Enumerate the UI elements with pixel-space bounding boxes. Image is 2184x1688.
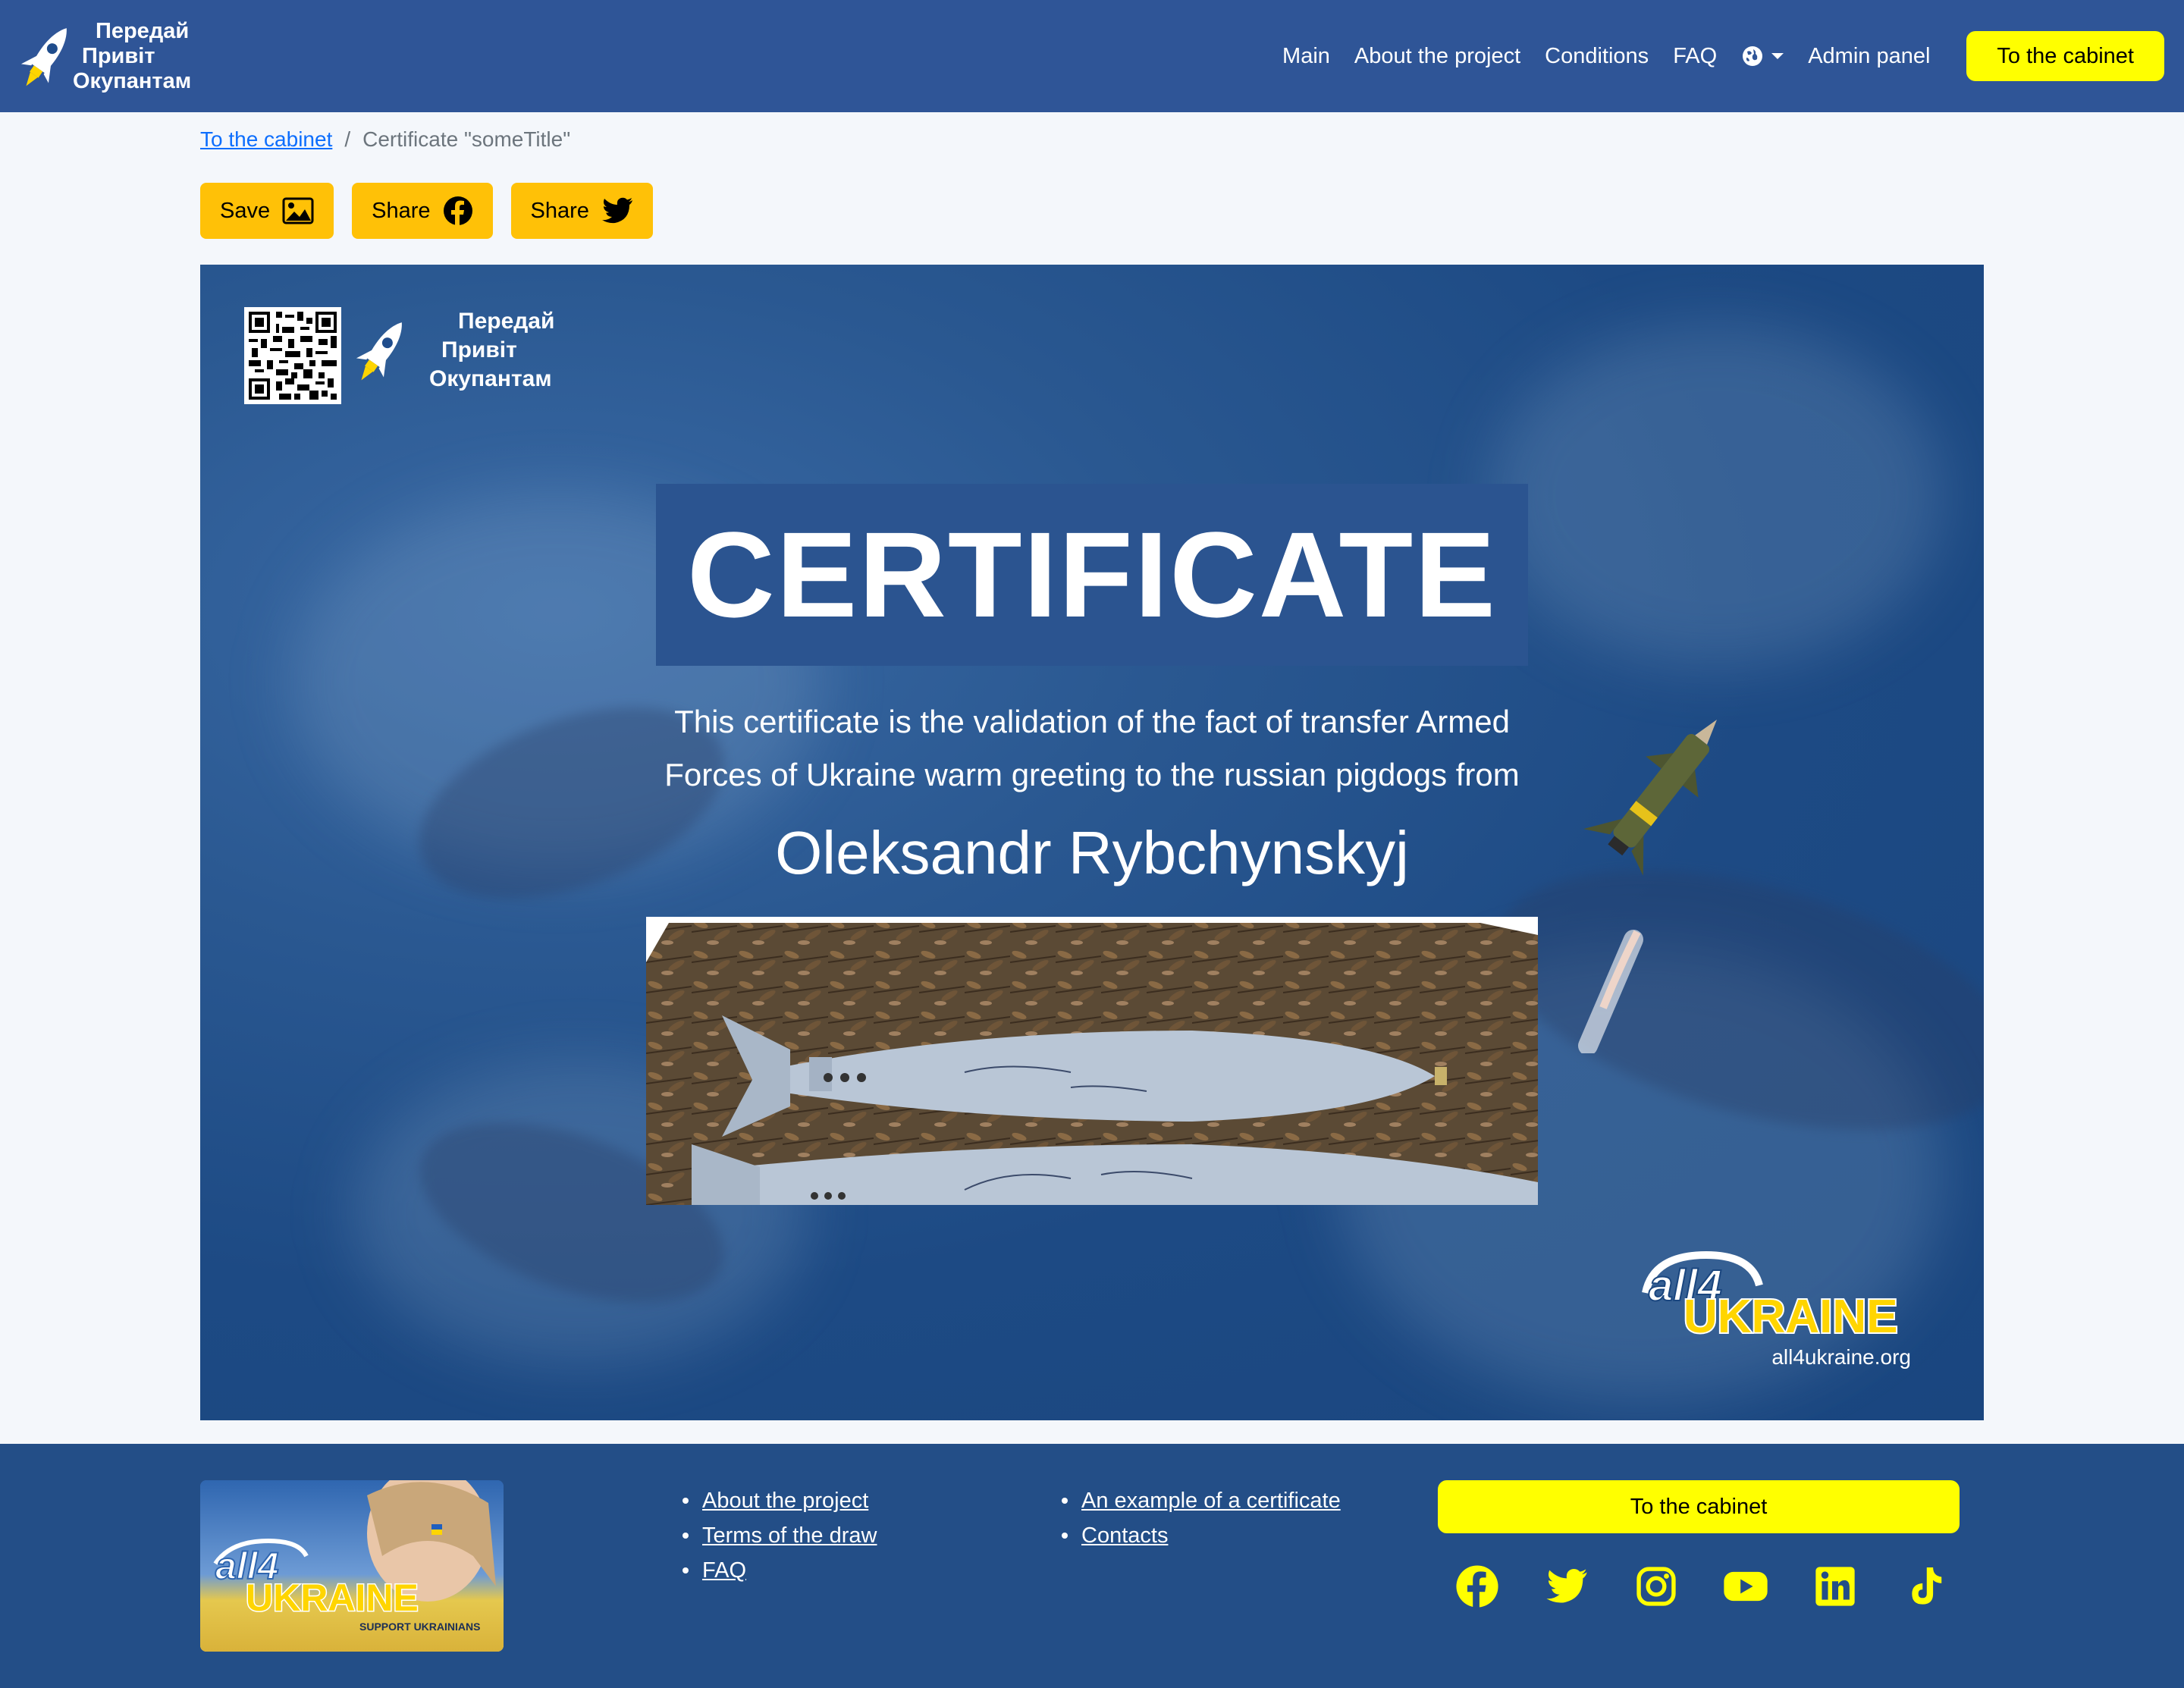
brand-line: Окупантам — [73, 68, 192, 93]
facebook-link[interactable] — [1454, 1564, 1500, 1609]
twitter-icon — [601, 197, 632, 224]
brand-logo[interactable]: Передай Привіт Окупантам — [17, 14, 199, 99]
brand-line: Окупантам — [429, 366, 552, 391]
twitter-link[interactable] — [1544, 1564, 1589, 1609]
facebook-icon — [443, 196, 472, 226]
certificate-brand: Передай Привіт Окупантам — [352, 307, 554, 394]
support-ukrainians-banner: all4 UKRAINE SUPPORT UKRAINIANS — [200, 1480, 504, 1652]
footer-link-contacts[interactable]: Contacts — [1062, 1518, 1341, 1553]
all4ukraine-logo[interactable]: all4 UKRAINE all4ukraine.org — [1638, 1247, 1911, 1370]
partner-word2: UKRAINE — [1684, 1291, 1897, 1338]
certificate-title-box: CERTIFICATE — [656, 484, 1528, 666]
tiktok-link[interactable] — [1902, 1564, 1947, 1609]
nav-conditions[interactable]: Conditions — [1545, 44, 1649, 69]
brand-line: Передай — [96, 18, 190, 43]
breadcrumb: To the cabinet / Certificate "someTitle" — [200, 127, 570, 152]
share-twitter-label: Share — [530, 198, 589, 223]
missile-illustration — [1578, 720, 1717, 1053]
language-dropdown[interactable] — [1741, 45, 1784, 67]
nav-main[interactable]: Main — [1282, 44, 1330, 69]
footer-to-cabinet-button[interactable]: To the cabinet — [1438, 1480, 1960, 1533]
facebook-icon — [1456, 1565, 1498, 1608]
save-label: Save — [220, 198, 271, 223]
certificate-card: Передай Привіт Окупантам CERTIFICATE Thi… — [200, 265, 1984, 1420]
brand-line: Привіт — [82, 43, 155, 68]
chevron-down-icon — [1771, 53, 1784, 59]
breadcrumb-cabinet-link[interactable]: To the cabinet — [200, 127, 332, 152]
certificate-photo[interactable] — [646, 917, 1538, 1205]
instagram-link[interactable] — [1633, 1564, 1679, 1609]
tiktok-icon — [1912, 1567, 1942, 1605]
rocket-icon — [356, 322, 402, 381]
save-image-button[interactable]: Save — [200, 183, 334, 239]
description-line: This certificate is the validation of th… — [674, 704, 1510, 739]
recipient-name: Oleksandr Rybchynskyj — [775, 819, 1409, 886]
mortar-shells-photo — [646, 917, 1538, 1205]
certificate-brand-text: Передай Привіт Окупантам — [413, 307, 554, 394]
breadcrumb-separator: / — [344, 127, 351, 151]
youtube-icon — [1724, 1571, 1768, 1602]
breadcrumb-current: Certificate "someTitle" — [362, 127, 571, 151]
footer-banner-image[interactable]: all4 UKRAINE SUPPORT UKRAINIANS — [200, 1480, 504, 1652]
site-header: Передай Привіт Окупантам Main About the … — [0, 0, 2184, 112]
rocket-icon — [20, 28, 67, 86]
instagram-icon — [1636, 1567, 1676, 1606]
linkedin-icon — [1815, 1567, 1855, 1606]
share-facebook-label: Share — [372, 198, 431, 223]
main-nav: Main About the project Conditions FAQ Ad… — [1258, 0, 2184, 112]
all4ukraine-emblem: all4 UKRAINE — [1642, 1250, 1899, 1344]
to-cabinet-button[interactable]: To the cabinet — [1966, 31, 2164, 81]
footer-link-about[interactable]: About the project — [682, 1483, 877, 1518]
footer-link-terms[interactable]: Terms of the draw — [682, 1518, 877, 1553]
qr-code-icon — [249, 312, 337, 400]
partner-url[interactable]: all4ukraine.org — [1638, 1345, 1911, 1370]
brand-line: Привіт — [441, 337, 517, 362]
social-links — [1454, 1564, 1947, 1609]
footer-link-certificate-example[interactable]: An example of a certificate — [1062, 1483, 1341, 1518]
footer-link-faq[interactable]: FAQ — [682, 1553, 877, 1588]
banner-word2: UKRAINE — [246, 1577, 419, 1619]
share-twitter-button[interactable]: Share — [510, 183, 653, 239]
nav-faq[interactable]: FAQ — [1673, 44, 1717, 69]
linkedin-link[interactable] — [1812, 1564, 1858, 1609]
image-icon — [282, 197, 314, 224]
certificate-title: CERTIFICATE — [687, 507, 1497, 642]
youtube-link[interactable] — [1723, 1564, 1768, 1609]
footer-links-col2: An example of a certificate Contacts — [1062, 1483, 1341, 1553]
brand-text: Передай Привіт Окупантам — [73, 19, 191, 94]
share-facebook-button[interactable]: Share — [352, 183, 493, 239]
certificate-actions: Save Share Share — [200, 183, 653, 239]
qr-code[interactable] — [244, 307, 341, 404]
nav-about[interactable]: About the project — [1354, 44, 1520, 69]
description-line: Forces of Ukraine warm greeting to the r… — [664, 757, 1520, 792]
cloud-decoration — [1489, 325, 1944, 667]
certificate-description: This certificate is the validation of th… — [595, 695, 1589, 802]
footer-links-col1: About the project Terms of the draw FAQ — [682, 1483, 877, 1588]
twitter-icon — [1546, 1569, 1587, 1603]
globe-icon — [1743, 46, 1763, 66]
nav-admin-panel[interactable]: Admin panel — [1808, 44, 1930, 69]
banner-caption: SUPPORT UKRAINIANS — [359, 1621, 480, 1633]
brand-line: Передай — [458, 309, 555, 334]
